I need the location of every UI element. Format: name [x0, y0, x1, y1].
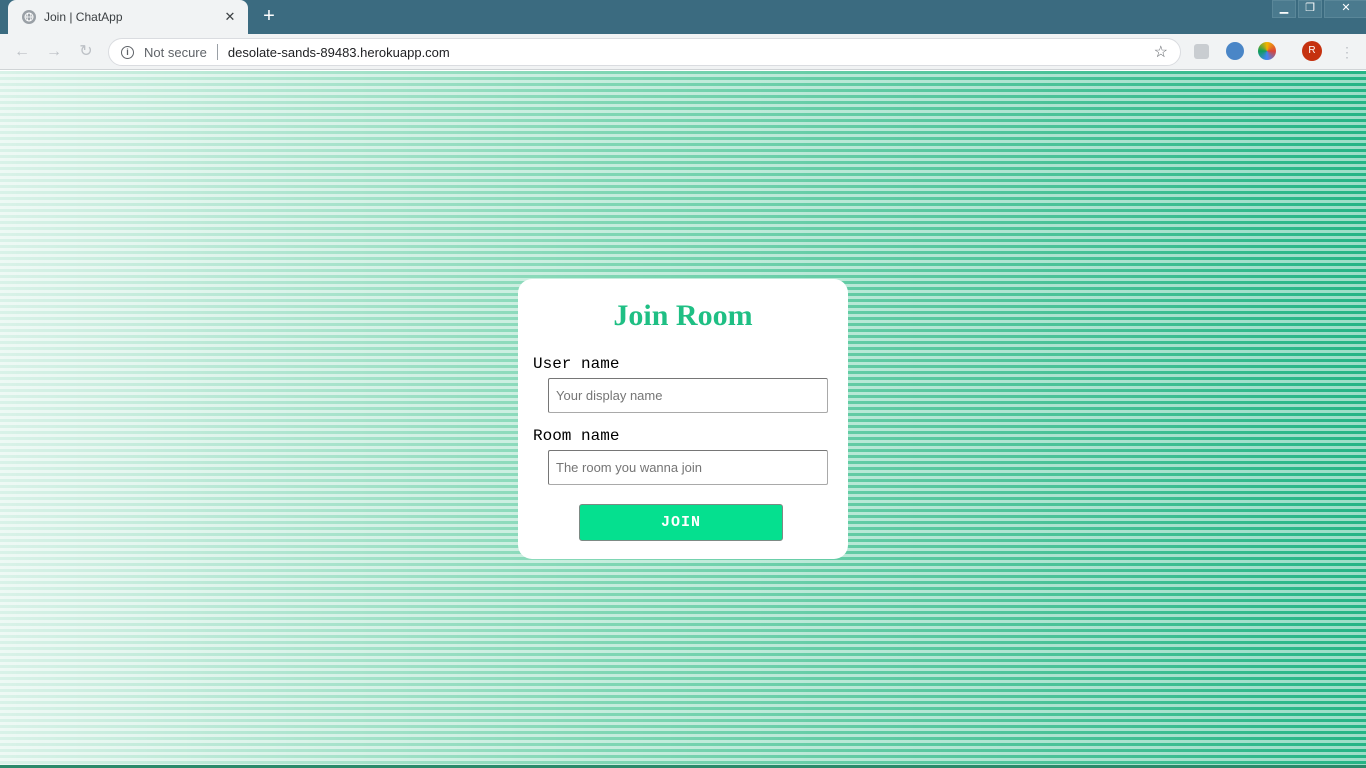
menu-icon[interactable]: ⋮ [1340, 42, 1354, 62]
window-controls: ▁ ❐ ✕ [1270, 0, 1366, 18]
page-title: Join Room [613, 299, 753, 332]
roomname-label: Room name [533, 427, 620, 445]
join-card: Join Room User name Room name JOIN [518, 279, 848, 559]
plus-icon[interactable]: + [256, 5, 282, 29]
minimize-button[interactable]: ▁ [1272, 0, 1296, 18]
globe-icon [22, 10, 36, 24]
extension-icon[interactable] [1194, 44, 1209, 59]
info-icon[interactable]: i [121, 45, 134, 59]
avatar[interactable]: R [1302, 41, 1322, 61]
browser-tab[interactable]: Join | ChatApp ✕ [8, 0, 248, 34]
color-picker-icon[interactable] [1258, 42, 1276, 60]
browser-titlebar: Join | ChatApp ✕ + ▁ ❐ ✕ [0, 0, 1366, 34]
close-icon[interactable]: ✕ [222, 9, 238, 25]
restore-button[interactable]: ❐ [1298, 0, 1322, 18]
divider [216, 44, 218, 60]
forward-icon[interactable]: → [44, 42, 64, 62]
address-bar[interactable]: i Not secure desolate-sands-89483.heroku… [108, 38, 1181, 66]
security-label: Not secure [144, 44, 207, 60]
tab-title: Join | ChatApp [44, 10, 123, 24]
back-icon[interactable]: ← [12, 42, 32, 62]
browser-toolbar: ← → ↻ i Not secure desolate-sands-89483.… [0, 34, 1366, 70]
url-text[interactable]: desolate-sands-89483.herokuapp.com [228, 45, 1154, 60]
window-close-button[interactable]: ✕ [1324, 0, 1366, 18]
username-label: User name [533, 355, 620, 373]
roomname-input[interactable] [548, 450, 828, 485]
sync-icon[interactable] [1226, 42, 1244, 60]
join-button[interactable]: JOIN [579, 504, 783, 541]
star-icon[interactable]: ☆ [1154, 42, 1168, 62]
username-input[interactable] [548, 378, 828, 413]
reload-icon[interactable]: ↻ [76, 42, 96, 62]
